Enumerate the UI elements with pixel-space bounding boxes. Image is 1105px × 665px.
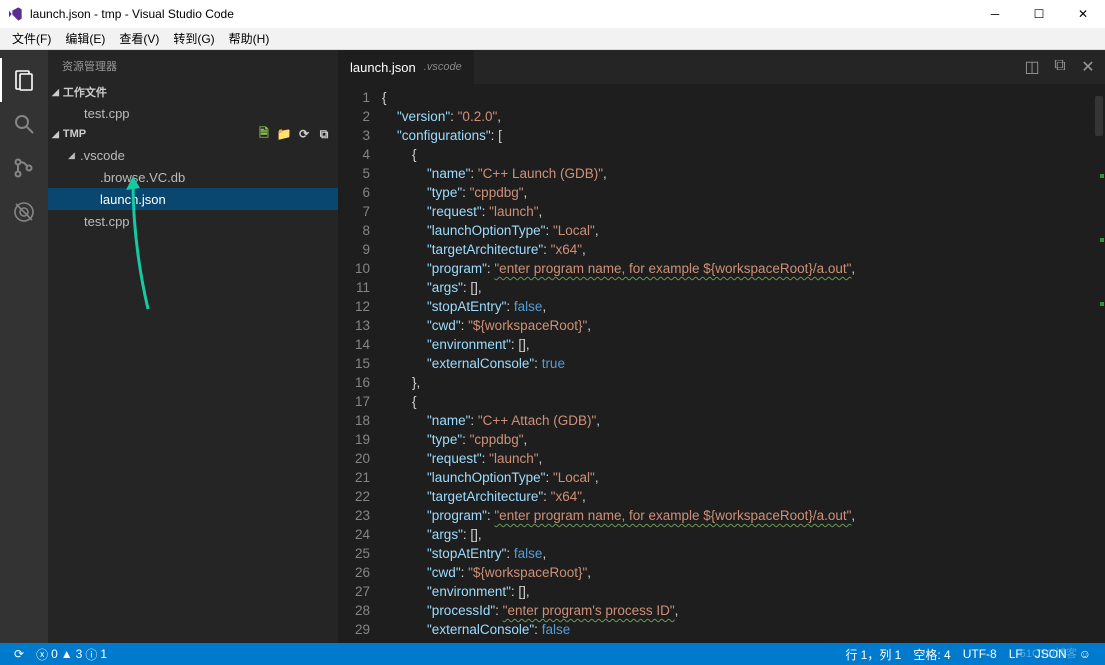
tab-bar: launch.json .vscode ◫ ⧉ ✕ xyxy=(338,50,1105,84)
window-titlebar: launch.json - tmp - Visual Studio Code ─… xyxy=(0,0,1105,28)
tree-folder-label: .vscode xyxy=(80,148,125,163)
minimize-button[interactable]: ─ xyxy=(973,0,1017,28)
tree-file-launchjson[interactable]: launch.json xyxy=(48,188,338,210)
watermark: 51CTO博客 xyxy=(1020,645,1077,661)
activity-search-icon[interactable] xyxy=(0,102,48,146)
split-editor-icon[interactable]: ◫ xyxy=(1023,57,1041,77)
status-encoding[interactable]: UTF-8 xyxy=(957,647,1003,661)
window-title: launch.json - tmp - Visual Studio Code xyxy=(30,7,973,21)
status-cursor[interactable]: 行 1，列 1 xyxy=(839,646,907,663)
new-folder-icon[interactable]: 📁 xyxy=(276,126,292,142)
sidebar-title: 资源管理器 xyxy=(48,50,338,82)
close-button[interactable]: ✕ xyxy=(1061,0,1105,28)
menu-edit[interactable]: 编辑(E) xyxy=(59,28,111,49)
status-sync-icon[interactable]: ⟳ xyxy=(8,647,30,661)
tree-file-label: .browse.VC.db xyxy=(100,170,185,185)
menu-help[interactable]: 帮助(H) xyxy=(223,28,276,49)
workfile-label: test.cpp xyxy=(84,106,130,121)
section-workfiles-label: 工作文件 xyxy=(63,84,107,100)
status-problems[interactable]: ⓧ0 ▲3 ⓘ1 xyxy=(30,646,113,663)
activity-git-icon[interactable] xyxy=(0,146,48,190)
menu-file[interactable]: 文件(F) xyxy=(6,28,57,49)
code-lines[interactable]: { "version": "0.2.0", "configurations": … xyxy=(382,84,1105,643)
tree-file-testcpp[interactable]: test.cpp xyxy=(48,210,338,232)
scrollbar-thumb[interactable] xyxy=(1095,96,1103,136)
menu-goto[interactable]: 转到(G) xyxy=(167,28,220,49)
section-folder-label: TMP xyxy=(63,128,86,140)
tab-launchjson[interactable]: launch.json .vscode xyxy=(338,50,475,84)
minimap-markers xyxy=(1100,174,1104,366)
chevron-down-icon: ◢ xyxy=(68,150,80,161)
line-gutter: 1234567891011121314151617181920212223242… xyxy=(338,84,382,643)
warning-icon: ▲ xyxy=(61,647,73,661)
chevron-down-icon: ◢ xyxy=(52,129,59,140)
menu-bar: 文件(F) 编辑(E) 查看(V) 转到(G) 帮助(H) xyxy=(0,28,1105,50)
tab-label: launch.json xyxy=(350,60,416,75)
explorer-sidebar: 资源管理器 ◢ 工作文件 test.cpp ◢ TMP 🗎 📁 ⟳ ⧉ ◢ .v… xyxy=(48,50,338,643)
tree-file-label: test.cpp xyxy=(84,214,130,229)
status-bar: ⟳ ⓧ0 ▲3 ⓘ1 行 1，列 1 空格: 4 UTF-8 LF JSON ☺… xyxy=(0,643,1105,665)
info-icon: ⓘ xyxy=(85,646,97,663)
new-file-icon[interactable]: 🗎 xyxy=(256,126,272,142)
editor-area: launch.json .vscode ◫ ⧉ ✕ 12345678910111… xyxy=(338,50,1105,643)
code-editor[interactable]: 1234567891011121314151617181920212223242… xyxy=(338,84,1105,643)
tree-file-browsedb[interactable]: .browse.VC.db xyxy=(48,166,338,188)
chevron-down-icon: ◢ xyxy=(52,87,59,98)
tree-file-label: launch.json xyxy=(100,192,166,207)
collapse-icon[interactable]: ⧉ xyxy=(316,126,332,142)
vscode-logo-icon xyxy=(7,6,23,22)
workfile-item[interactable]: test.cpp xyxy=(48,102,338,124)
error-icon: ⓧ xyxy=(36,646,48,663)
tree-folder-vscode[interactable]: ◢ .vscode xyxy=(48,144,338,166)
tab-path: .vscode xyxy=(424,61,462,73)
activity-bar xyxy=(0,50,48,643)
maximize-button[interactable]: ☐ xyxy=(1017,0,1061,28)
section-folder[interactable]: ◢ TMP 🗎 📁 ⟳ ⧉ xyxy=(48,124,338,144)
menu-view[interactable]: 查看(V) xyxy=(113,28,165,49)
status-spaces[interactable]: 空格: 4 xyxy=(907,646,956,663)
tab-close-icon[interactable]: ✕ xyxy=(1079,57,1097,77)
activity-explorer-icon[interactable] xyxy=(0,58,48,102)
section-workfiles[interactable]: ◢ 工作文件 xyxy=(48,82,338,102)
editor-more-icon[interactable]: ⧉ xyxy=(1051,57,1069,77)
activity-debug-icon[interactable] xyxy=(0,190,48,234)
refresh-icon[interactable]: ⟳ xyxy=(296,126,312,142)
